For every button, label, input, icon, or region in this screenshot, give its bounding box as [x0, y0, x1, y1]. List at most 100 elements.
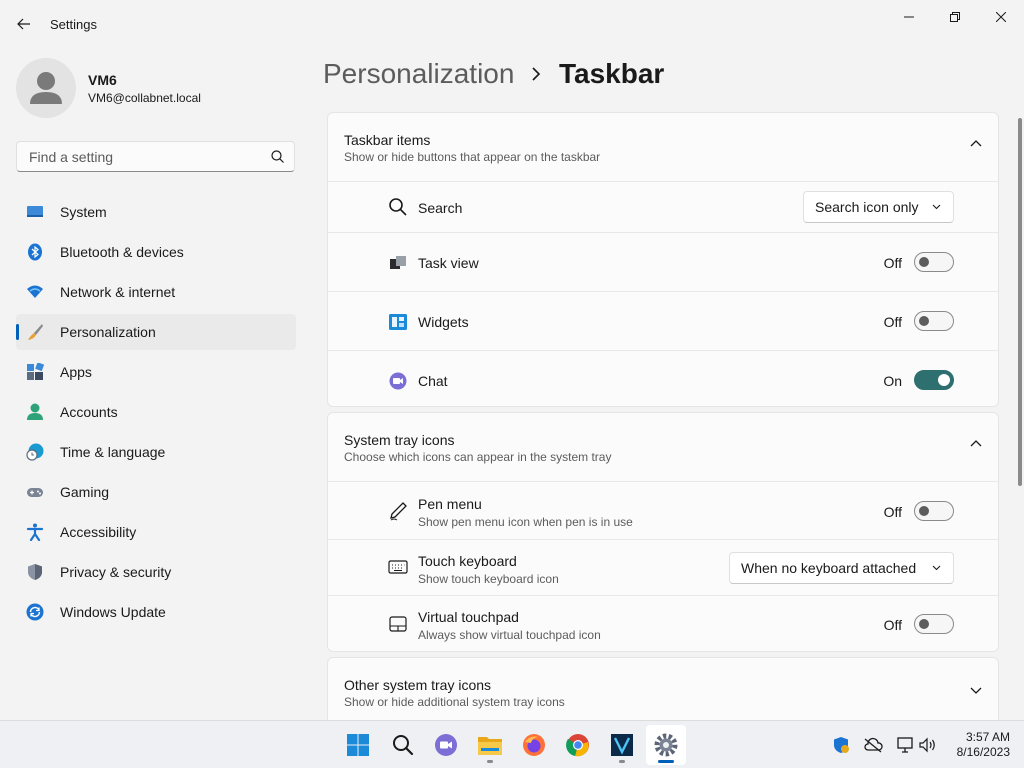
task-view-toggle[interactable] — [914, 252, 954, 272]
user-email: VM6@collabnet.local — [88, 91, 201, 105]
chevron-down-icon[interactable] — [970, 687, 982, 695]
sidebar-item-label: Network & internet — [60, 284, 176, 300]
sidebar-item-accessibility[interactable]: Accessibility — [16, 514, 296, 550]
setting-label: Widgets — [418, 314, 469, 330]
sidebar-item-label: Accounts — [60, 404, 118, 420]
taskbar-chat-button[interactable] — [426, 725, 466, 765]
setting-label: Chat — [418, 373, 448, 389]
setting-label: Touch keyboard — [418, 553, 517, 569]
page-title: Taskbar — [559, 58, 665, 89]
search-box[interactable] — [16, 141, 295, 172]
globe-clock-icon — [26, 443, 44, 461]
chevron-up-icon[interactable] — [970, 439, 982, 447]
setting-row-widgets: Widgets Off — [328, 291, 998, 350]
system-icon — [27, 206, 43, 217]
search-icon — [271, 150, 284, 163]
sidebar-item-privacy-security[interactable]: Privacy & security — [16, 554, 296, 590]
person-icon — [27, 403, 43, 420]
other-tray-header[interactable]: Other system tray icons Show or hide add… — [328, 658, 998, 726]
toggle-state: Off — [883, 314, 902, 330]
sidebar-item-label: Personalization — [60, 324, 156, 340]
widgets-toggle[interactable] — [914, 311, 954, 331]
sidebar-item-accounts[interactable]: Accounts — [16, 394, 296, 430]
start-button[interactable] — [338, 725, 378, 765]
sidebar-item-apps[interactable]: Apps — [16, 354, 296, 390]
search-mode-dropdown[interactable]: Search icon only — [803, 191, 954, 223]
chevron-right-icon — [532, 67, 541, 81]
chevron-up-icon[interactable] — [970, 139, 982, 147]
update-icon — [26, 603, 44, 621]
tray-security[interactable] — [831, 735, 851, 755]
network-wired-icon — [897, 737, 913, 753]
setting-label: Virtual touchpad — [418, 609, 519, 625]
sidebar-item-label: Time & language — [60, 444, 166, 460]
volume-icon — [919, 737, 935, 753]
system-tray-header[interactable]: System tray icons Choose which icons can… — [328, 413, 998, 481]
tray-volume[interactable] — [918, 735, 938, 755]
settings-icon — [654, 733, 678, 757]
tray-onedrive[interactable] — [863, 735, 883, 755]
running-indicator — [619, 760, 625, 763]
other-tray-section: Other system tray icons Show or hide add… — [327, 657, 999, 725]
maximize-button[interactable] — [932, 6, 978, 28]
sidebar-item-network[interactable]: Network & internet — [16, 274, 296, 310]
task-view-icon — [390, 256, 406, 269]
search-icon — [389, 198, 407, 216]
sidebar-item-system[interactable]: System — [16, 194, 296, 230]
back-arrow-icon — [17, 18, 30, 30]
setting-row-task-view: Task view Off — [328, 232, 998, 291]
dropdown-value: Search icon only — [815, 199, 919, 215]
back-button[interactable] — [12, 12, 36, 36]
wifi-icon — [27, 285, 43, 298]
taskbar-items-section: Taskbar items Show or hide buttons that … — [327, 112, 999, 407]
taskbar-file-explorer[interactable] — [470, 725, 510, 765]
setting-label: Search — [418, 200, 463, 216]
sidebar-item-time-language[interactable]: Time & language — [16, 434, 296, 470]
chat-toggle[interactable] — [914, 370, 954, 390]
search-input[interactable] — [27, 148, 267, 166]
chevron-down-icon — [932, 565, 941, 571]
avatar[interactable] — [16, 58, 76, 118]
sidebar-item-windows-update[interactable]: Windows Update — [16, 594, 296, 630]
breadcrumb: Personalization Taskbar — [323, 58, 664, 90]
sidebar-item-gaming[interactable]: Gaming — [16, 474, 296, 510]
setting-row-chat: Chat On — [328, 350, 998, 408]
sidebar-item-label: Apps — [60, 364, 92, 380]
sidebar-item-personalization[interactable]: Personalization — [16, 314, 296, 350]
close-icon — [996, 12, 1006, 22]
start-icon — [347, 734, 369, 756]
scrollbar[interactable] — [1018, 118, 1022, 486]
taskbar-firefox[interactable] — [514, 725, 554, 765]
taskbar-clock[interactable]: 3:57 AM 8/16/2023 — [957, 730, 1010, 760]
taskbar-vim[interactable] — [602, 725, 642, 765]
touch-keyboard-dropdown[interactable]: When no keyboard attached — [729, 552, 954, 584]
setting-row-search: Search Search icon only — [328, 181, 998, 232]
setting-label: Task view — [418, 255, 479, 271]
sidebar-item-bluetooth[interactable]: Bluetooth & devices — [16, 234, 296, 270]
tray-network[interactable] — [895, 735, 915, 755]
breadcrumb-parent[interactable]: Personalization — [323, 58, 514, 89]
chrome-icon — [566, 734, 589, 757]
running-indicator — [487, 760, 493, 763]
keyboard-icon — [388, 560, 408, 574]
section-title: System tray icons — [344, 432, 455, 448]
shield-icon — [834, 737, 849, 753]
clock-time: 3:57 AM — [965, 730, 1010, 744]
sidebar-item-label: Windows Update — [60, 604, 166, 620]
close-button[interactable] — [978, 6, 1024, 28]
sidebar-item-label: Bluetooth & devices — [60, 244, 184, 260]
virtual-touchpad-toggle[interactable] — [914, 614, 954, 634]
taskbar-search-button[interactable] — [383, 725, 423, 765]
widgets-icon — [389, 314, 407, 330]
toggle-state: Off — [883, 504, 902, 520]
system-tray-section: System tray icons Choose which icons can… — [327, 412, 999, 652]
pen-menu-toggle[interactable] — [914, 501, 954, 521]
taskbar-settings[interactable] — [646, 725, 686, 765]
accessibility-icon — [26, 523, 44, 541]
taskbar-items-header[interactable]: Taskbar items Show or hide buttons that … — [328, 113, 998, 181]
taskbar-chrome[interactable] — [558, 725, 598, 765]
section-subtitle: Choose which icons can appear in the sys… — [344, 450, 612, 464]
minimize-button[interactable] — [886, 6, 932, 28]
restore-icon — [950, 12, 960, 22]
setting-label: Pen menu — [418, 496, 482, 512]
